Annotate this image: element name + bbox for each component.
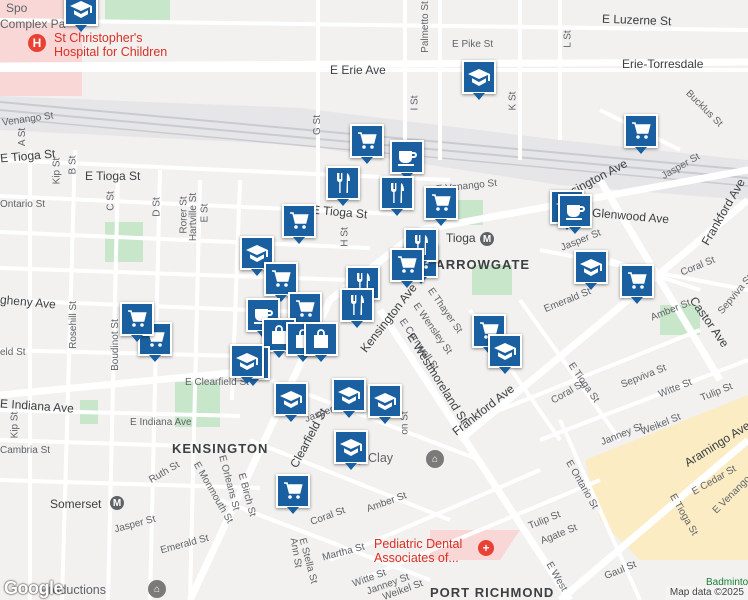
street-label: D St — [151, 197, 163, 217]
street-label: A St — [17, 127, 29, 147]
business-icon[interactable]: ⌂ — [148, 580, 166, 598]
school-icon — [374, 393, 396, 410]
map-canvas[interactable]: E Luzerne St E Pike St L St Palmetto St … — [0, 0, 748, 600]
dental-label[interactable]: Pediatric Dental — [374, 538, 462, 551]
cup-marker[interactable] — [390, 140, 424, 180]
fork-icon — [350, 295, 364, 315]
hospital-label[interactable]: St Christopher's — [54, 32, 143, 45]
fork-icon — [336, 173, 350, 193]
school-icon — [494, 343, 516, 360]
cart-marker[interactable] — [276, 474, 310, 514]
park-area-north — [105, 0, 170, 20]
street-label: G St — [312, 114, 324, 136]
street-label: E Pike St — [452, 39, 494, 50]
cart-icon — [632, 122, 651, 139]
street-label: Erie-Torresdale — [622, 57, 704, 71]
street-label: E Luzerne St — [601, 11, 672, 29]
school-marker[interactable] — [230, 344, 264, 384]
cart-icon — [296, 300, 315, 317]
street-label: K St — [507, 91, 519, 111]
station-label-tioga: Tioga — [446, 231, 476, 245]
school-marker[interactable] — [334, 430, 368, 470]
cart-icon — [284, 482, 303, 499]
street-label: I St — [409, 95, 421, 111]
cart-marker[interactable] — [120, 302, 154, 342]
school-marker[interactable] — [368, 384, 402, 424]
place-label: Spo — [6, 1, 28, 15]
street-label: Rosehill St — [67, 301, 79, 349]
google-logo: Google — [4, 578, 64, 598]
school-marker[interactable] — [462, 60, 496, 100]
fork-marker[interactable] — [380, 176, 414, 216]
school-icon — [236, 353, 258, 370]
street-label: Kip St — [51, 157, 63, 185]
cart-marker[interactable] — [620, 264, 654, 304]
hospital-icon[interactable]: H — [28, 34, 46, 52]
map-attribution[interactable]: Map data ©2025 — [665, 586, 748, 600]
school-icon — [340, 439, 362, 456]
bag-icon — [314, 329, 328, 348]
school-icon — [70, 1, 92, 18]
metro-icon: M — [110, 496, 124, 510]
cart-icon — [128, 310, 147, 327]
cup-marker[interactable] — [558, 194, 592, 234]
school-icon — [468, 69, 490, 86]
cart-marker[interactable] — [424, 186, 458, 226]
street-label: B St — [67, 155, 79, 175]
street-label: Cambria St — [0, 445, 51, 456]
cart-marker[interactable] — [624, 114, 658, 154]
cup-icon — [566, 205, 585, 220]
metro-icon: M — [480, 232, 494, 246]
cart-icon — [628, 272, 647, 289]
cart-marker[interactable] — [264, 262, 298, 302]
cart-marker[interactable] — [350, 124, 384, 164]
neighborhood-label: HARROWGATE — [425, 257, 531, 272]
school-marker[interactable] — [574, 250, 608, 290]
dental-label[interactable]: Associates of... — [374, 552, 459, 565]
business-icon[interactable]: ⌂ — [426, 450, 444, 468]
cart-marker[interactable] — [282, 204, 316, 244]
park-area-west — [105, 222, 143, 262]
hospital-label[interactable]: Hospital for Children — [54, 46, 167, 59]
school-icon — [280, 391, 302, 408]
school-icon — [580, 259, 602, 276]
street-label: eld St — [0, 347, 26, 358]
school-icon — [338, 387, 360, 404]
school-marker[interactable] — [64, 0, 98, 32]
street-label: Hartville St — [188, 192, 200, 242]
station-label-somerset: Somerset — [50, 497, 102, 511]
street-label: Palmetto St — [419, 1, 431, 53]
place-label: Complex Pa — [0, 17, 66, 31]
fork-marker[interactable] — [340, 288, 374, 328]
fork-icon — [390, 183, 404, 203]
cart-icon — [290, 212, 309, 229]
school-marker[interactable] — [274, 382, 308, 422]
neighborhood-label: PORT RICHMOND — [430, 585, 555, 600]
fork-marker[interactable] — [326, 166, 360, 206]
cart-icon — [432, 194, 451, 211]
street-label: L St — [562, 30, 574, 48]
cart-icon — [358, 132, 377, 149]
street-label: E Tioga St — [85, 169, 141, 183]
cup-icon — [398, 151, 417, 166]
street-label: E Indiana Ave — [130, 417, 192, 428]
street-label: C St — [105, 191, 117, 211]
street-label: Kip St — [9, 411, 21, 439]
street-label: on St — [399, 411, 411, 435]
street-label: Ontario St — [0, 199, 46, 210]
school-marker[interactable] — [332, 378, 366, 418]
street-label: E St — [199, 203, 211, 223]
dental-icon[interactable]: + — [478, 540, 494, 556]
street-label: E Erie Ave — [330, 63, 386, 77]
cart-icon — [272, 270, 291, 287]
bag-marker[interactable] — [304, 322, 338, 362]
neighborhood-label: KENSINGTON — [172, 441, 269, 456]
school-marker[interactable] — [488, 334, 522, 374]
cart-icon — [398, 256, 417, 273]
cart-marker[interactable] — [390, 248, 424, 288]
street-label: H St — [339, 227, 351, 247]
